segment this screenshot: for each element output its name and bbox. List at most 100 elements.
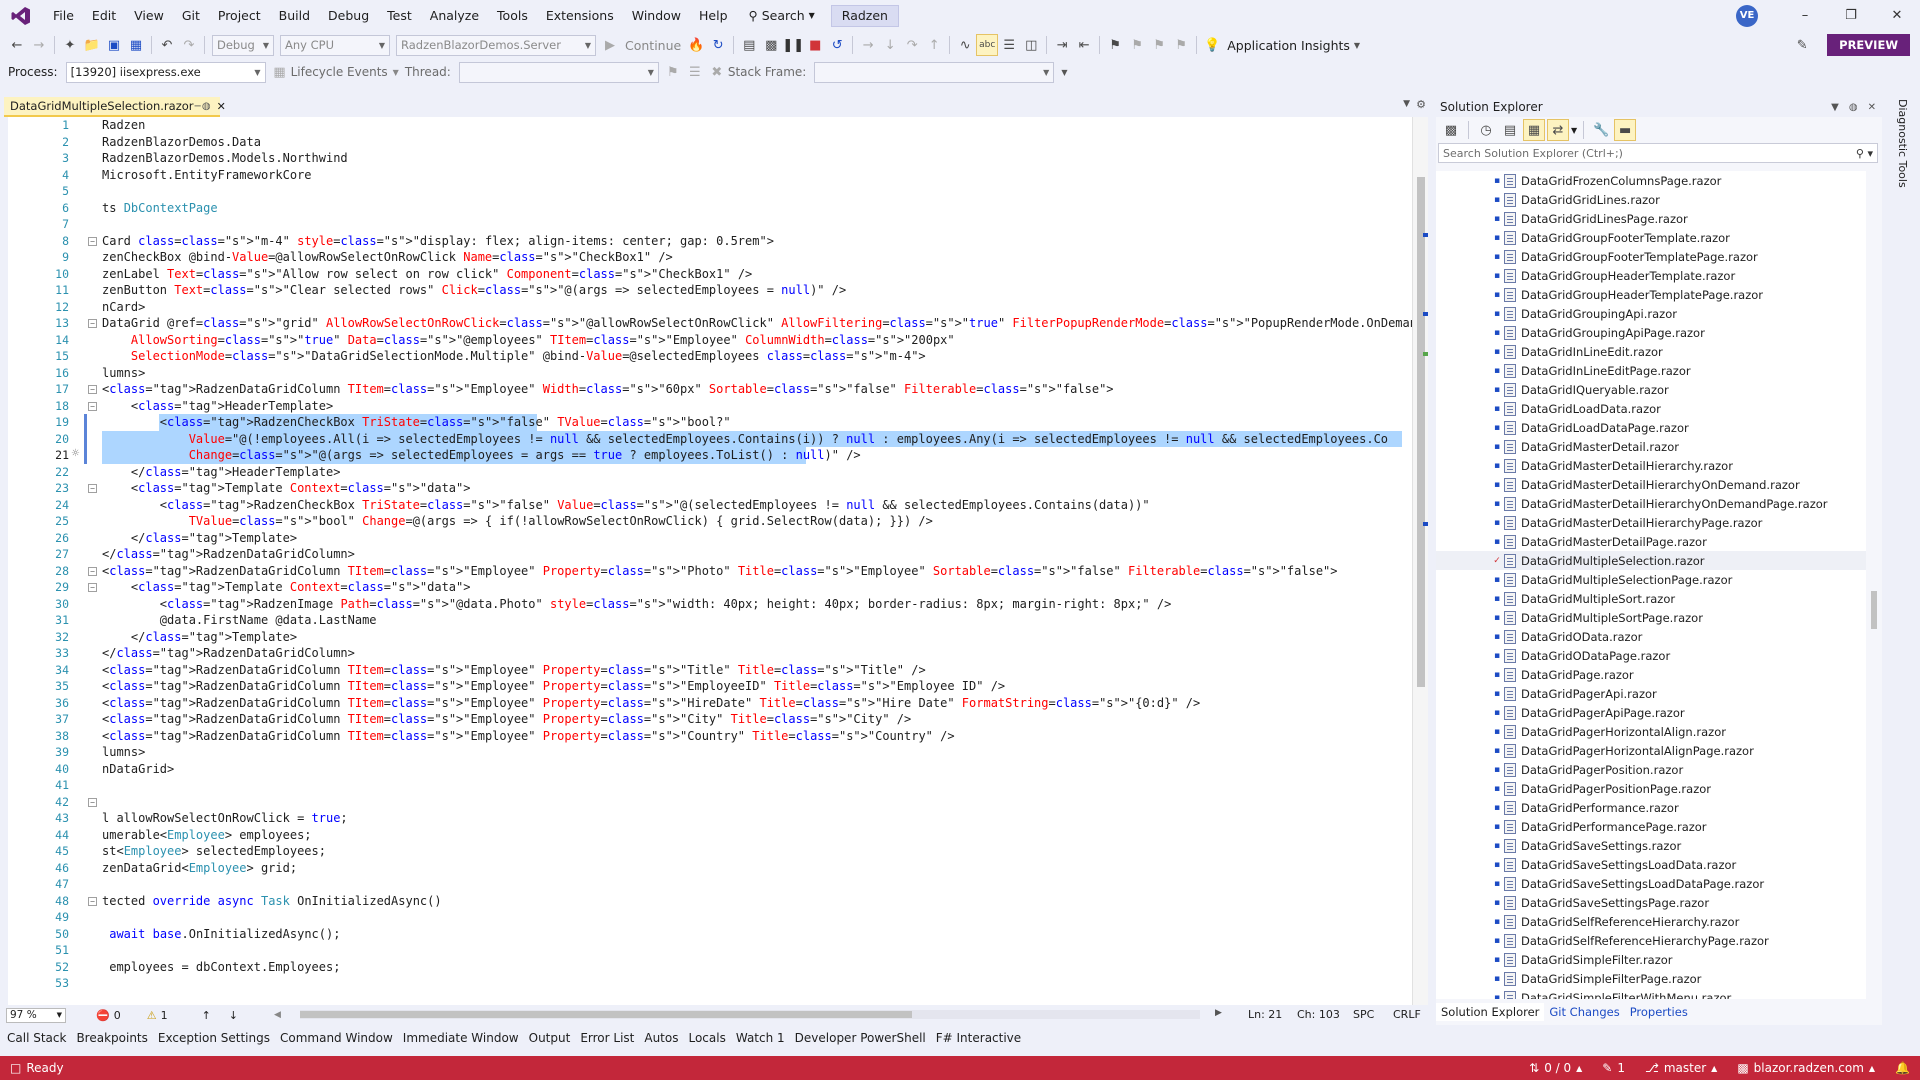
tree-item[interactable]: ▪ DataGridGroupingApiPage.razor (1436, 323, 1866, 342)
editor-horizontal-scrollbar[interactable] (300, 1010, 1200, 1019)
sync-icon[interactable]: ⇄ (1547, 119, 1569, 141)
scrollbar-thumb[interactable] (1417, 177, 1425, 687)
application-insights-button[interactable]: Application Insights (1223, 38, 1354, 53)
code-line[interactable]: RadzenBlazorDemos.Models.Northwind (102, 150, 348, 167)
code-line[interactable]: nCard> (102, 299, 145, 316)
chevron-down-icon[interactable]: ▼ (1571, 126, 1577, 135)
tree-item[interactable]: ▪ DataGridInLineEditPage.razor (1436, 361, 1866, 380)
show-next-statement-icon[interactable]: → (857, 34, 879, 56)
code-line[interactable]: AllowSorting=class="s">"true" Data=class… (102, 332, 955, 349)
tree-item[interactable]: ▪ DataGridPagerApi.razor (1436, 684, 1866, 703)
code-line[interactable]: nDataGrid> (102, 761, 174, 778)
code-line[interactable]: Card class=class="s">"m-4" style=class="… (102, 233, 774, 250)
tree-item[interactable]: ▪ DataGridOData.razor (1436, 627, 1866, 646)
pause-icon[interactable]: ❚❚ (782, 34, 804, 56)
lightbulb-icon[interactable]: 💡 (1201, 34, 1223, 56)
bookmark-next-icon[interactable]: ⚑ (1148, 34, 1170, 56)
collapse-all-icon[interactable]: ▤ (1499, 119, 1521, 141)
tree-item[interactable]: ▪ DataGridSaveSettings.razor (1436, 836, 1866, 855)
menu-window[interactable]: Window (623, 0, 690, 31)
tab-exception-settings[interactable]: Exception Settings (153, 1031, 275, 1045)
code-line[interactable]: <class="tag">RadzenCheckBox TriState=cla… (102, 414, 731, 431)
redo-icon[interactable]: ↷ (178, 34, 200, 56)
properties-icon[interactable]: 🔧 (1590, 119, 1612, 141)
tree-item[interactable]: ▪ DataGridMultipleSort.razor (1436, 589, 1866, 608)
tree-item[interactable]: ▪ DataGridGroupHeaderTemplate.razor (1436, 266, 1866, 285)
tree-item[interactable]: ▪ DataGridLoadDataPage.razor (1436, 418, 1866, 437)
hot-reload-icon[interactable]: 🔥 (685, 34, 707, 56)
code-line[interactable]: <class="tag">RadzenImage Path=class="s">… (102, 596, 1172, 613)
code-line[interactable]: <class="tag">Template Context=class="s">… (102, 579, 471, 596)
code-line[interactable]: tected override async Task OnInitialized… (102, 893, 442, 910)
tree-item[interactable]: ▪ DataGridGroupFooterTemplatePage.razor (1436, 247, 1866, 266)
code-line[interactable]: employees = dbContext.Employees; (102, 959, 340, 976)
fold-toggle-icon[interactable]: − (88, 797, 97, 807)
menu-extensions[interactable]: Extensions (537, 0, 623, 31)
tab-autos[interactable]: Autos (639, 1031, 683, 1045)
code-line[interactable]: ts DbContextPage (102, 200, 218, 217)
continue-button[interactable]: Continue (621, 38, 685, 53)
avatar[interactable]: VE (1736, 4, 1758, 27)
menu-tools[interactable]: Tools (488, 0, 537, 31)
lifecycle-events-button[interactable]: Lifecycle Events (291, 65, 388, 79)
pin-icon[interactable]: −◍ (194, 101, 211, 112)
preview-selected-icon[interactable]: ▬ (1614, 119, 1637, 141)
tree-item[interactable]: ▪ DataGridMasterDetailHierarchyPage.razor (1436, 513, 1866, 532)
thread-select[interactable]: ▼ (458, 61, 659, 83)
code-line[interactable]: zenLabel Text=class="s">"Allow row selec… (102, 266, 752, 283)
tab-immediate-window[interactable]: Immediate Window (398, 1031, 524, 1045)
chevron-down-icon[interactable]: ▼ (1061, 68, 1067, 77)
code-line[interactable]: TValue=class="s">"bool" Change=@(args =>… (102, 513, 933, 530)
column-indicator[interactable]: Ch: 103 (1297, 1008, 1340, 1021)
code-line[interactable]: await base.OnInitializedAsync(); (102, 926, 340, 943)
wrench-icon[interactable]: ✖ (706, 61, 728, 83)
undo-icon[interactable]: ↶ (156, 34, 178, 56)
code-editor[interactable]: 1 2 3 4 5 6 7 8 9 10 11 12 13 14 15 16 17 18 19 20 21 22 23 24 2… (0, 117, 1428, 1005)
tree-item[interactable]: ▪ DataGridPagerHorizontalAlignPage.razor (1436, 741, 1866, 760)
save-icon[interactable]: ▣ (103, 34, 125, 56)
visual-studio-logo-icon[interactable] (10, 5, 32, 27)
startup-project-select[interactable]: RadzenBlazorDemos.Server ▼ (396, 34, 596, 56)
close-icon[interactable]: ✕ (1868, 102, 1876, 113)
tree-item[interactable]: ▪ DataGridPage.razor (1436, 665, 1866, 684)
gear-icon[interactable]: ⚙ (1416, 98, 1426, 111)
process-select[interactable]: [13920] iisexpress.exe ▼ (65, 61, 266, 83)
tree-item[interactable]: ▪ DataGridPagerPositionPage.razor (1436, 779, 1866, 798)
menu-build[interactable]: Build (270, 0, 319, 31)
save-all-icon[interactable]: ▦ (125, 34, 147, 56)
repository-selector[interactable]: ▩ blazor.radzen.com ▲ (1727, 1061, 1885, 1075)
stop-icon[interactable]: ■ (804, 34, 826, 56)
tree-item[interactable]: ▪ DataGridSelfReferenceHierarchy.razor (1436, 912, 1866, 931)
tree-item[interactable]: ▪ DataGridGridLinesPage.razor (1436, 209, 1866, 228)
tree-item[interactable]: ▪ DataGridMultipleSelectionPage.razor (1436, 570, 1866, 589)
tree-item[interactable]: ▪ DataGridSimpleFilterPage.razor (1436, 969, 1866, 988)
tree-item[interactable]: ▪ DataGridMasterDetailHierarchyOnDemandPa… (1436, 494, 1866, 513)
code-line[interactable]: Radzen (102, 117, 145, 134)
tab-breakpoints[interactable]: Breakpoints (71, 1031, 152, 1045)
editor-vertical-scrollbar[interactable] (1412, 117, 1428, 1005)
tree-item[interactable]: ▪ DataGridPerformancePage.razor (1436, 817, 1866, 836)
search-button[interactable]: ⚲ Search ▼ (741, 5, 823, 27)
code-line[interactable]: <class="tag">RadzenDataGridColumn TItem=… (102, 695, 1200, 712)
tree-item[interactable]: ▪ DataGridPerformance.razor (1436, 798, 1866, 817)
menu-debug[interactable]: Debug (319, 0, 378, 31)
browser-link-icon[interactable]: ▤ (738, 34, 760, 56)
pending-edits[interactable]: ✎ 1 (1592, 1061, 1635, 1075)
tab-properties[interactable]: Properties (1625, 1003, 1693, 1021)
code-line[interactable]: </class="tag">RadzenDataGridColumn> (102, 546, 355, 563)
tree-item[interactable]: ▪ DataGridSimpleFilter.razor (1436, 950, 1866, 969)
zoom-select[interactable]: 97 % ▼ (6, 1007, 66, 1023)
code-line[interactable]: Microsoft.EntityFrameworkCore (102, 167, 312, 184)
code-line[interactable]: l allowRowSelectOnRowClick = true; (102, 810, 348, 827)
tree-item[interactable]: ▪ DataGridFrozenColumnsPage.razor (1436, 171, 1866, 190)
code-line[interactable]: zenDataGrid<Employee> grid; (102, 860, 297, 877)
tab-error-list[interactable]: Error List (575, 1031, 639, 1045)
line-ending-indicator[interactable]: CRLF (1393, 1008, 1421, 1021)
indent-icon[interactable]: ⇥ (1051, 34, 1073, 56)
switch-views-icon[interactable]: ▩ (1440, 119, 1462, 141)
code-line[interactable]: </class="tag">RadzenDataGridColumn> (102, 645, 355, 662)
code-line[interactable]: </class="tag">HeaderTemplate> (102, 464, 341, 481)
tab-command-window[interactable]: Command Window (275, 1031, 398, 1045)
code-line[interactable]: DataGrid @ref=class="s">"grid" AllowRowS… (102, 315, 1420, 332)
hex-display-icon[interactable]: ∿ (954, 34, 976, 56)
